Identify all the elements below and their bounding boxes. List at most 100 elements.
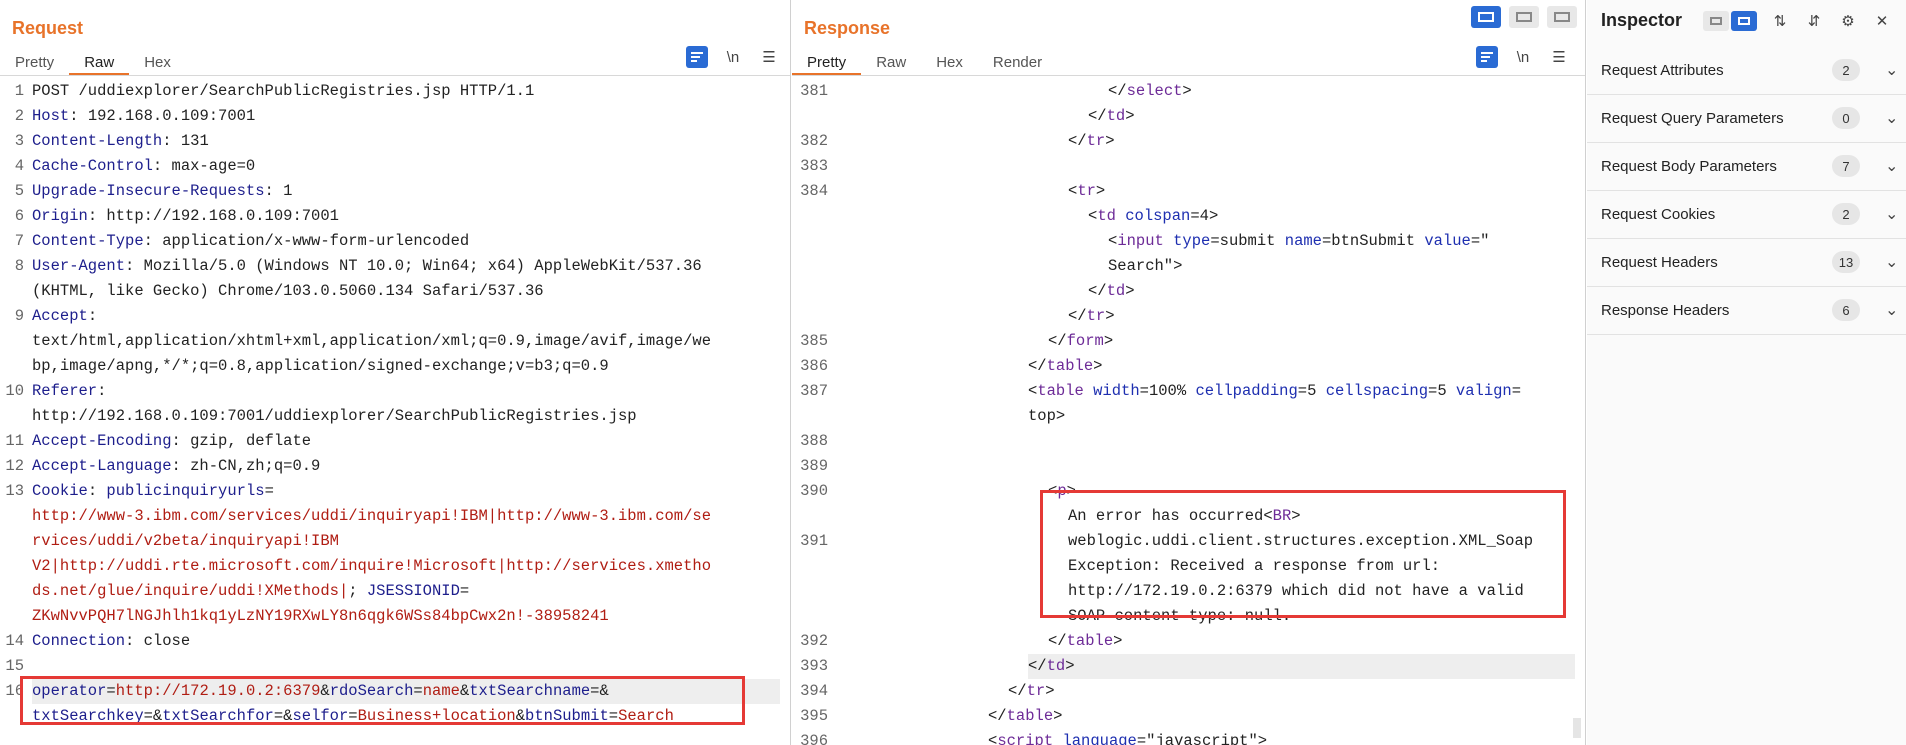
inspector-row-count-badge: 2 — [1832, 59, 1860, 81]
response-scrollbar[interactable] — [1573, 718, 1581, 738]
code-line: <tr> — [1068, 179, 1575, 204]
code-token: Content-Length — [32, 132, 163, 150]
collapse-all-icon[interactable]: ⇵ — [1803, 10, 1825, 32]
code-line: Upgrade-Insecure-Requests: 1 — [32, 179, 780, 204]
inspector-row-count-badge: 7 — [1832, 155, 1860, 177]
code-token: Cookie — [32, 482, 88, 500]
code-token: Accept-Language — [32, 457, 172, 475]
expand-all-icon[interactable]: ⇅ — [1769, 10, 1791, 32]
code-token: > — [1105, 132, 1115, 150]
newline-icon[interactable]: \n — [722, 46, 744, 68]
close-icon[interactable]: ✕ — [1871, 10, 1893, 32]
code-token: < — [1088, 207, 1098, 225]
code-line: bp,image/apng,*/*;q=0.8,application/sign… — [32, 354, 780, 379]
request-tab-raw[interactable]: Raw — [69, 50, 130, 76]
inspector-pane: Inspector ⇅ ⇵ ⚙ ✕ Request Attributes 2 ⌄ Re… — [1587, 0, 1906, 745]
response-tab-hex[interactable]: Hex — [921, 50, 978, 76]
split-vertical-icon[interactable] — [1471, 6, 1501, 28]
code-line: </table> — [988, 704, 1575, 729]
inspector-layout-list-icon[interactable] — [1703, 11, 1729, 31]
code-line: text/html,application/xhtml+xml,applicat… — [32, 329, 780, 354]
response-tab-render[interactable]: Render — [978, 50, 1057, 76]
code-token: rvices/uddi/v2beta/inquiryapi!IBM — [32, 532, 339, 550]
line-number: 383 — [800, 157, 828, 175]
code-token: JSESSIONID — [366, 582, 460, 600]
inspector-row[interactable]: Request Headers 13 ⌄ — [1587, 238, 1906, 287]
code-token: </ — [1008, 682, 1027, 700]
inspector-row[interactable]: Request Body Parameters 7 ⌄ — [1587, 142, 1906, 191]
inspector-layout-panel-icon[interactable] — [1731, 11, 1757, 31]
code-token: > — [1095, 182, 1106, 200]
code-line: </td> — [1088, 104, 1575, 129]
inspector-row[interactable]: Request Query Parameters 0 ⌄ — [1587, 94, 1906, 143]
code-token: > — [1053, 707, 1063, 725]
code-token: width — [1093, 382, 1140, 400]
newline-icon[interactable]: \n — [1512, 46, 1534, 68]
request-tab-hex[interactable]: Hex — [129, 50, 186, 76]
code-token: valign — [1455, 382, 1512, 400]
code-token: table — [1066, 632, 1114, 650]
code-line: POST /uddiexplorer/SearchPublicRegistrie… — [32, 79, 780, 104]
response-title: Response — [804, 18, 891, 38]
chevron-down-icon[interactable]: ⌄ — [1885, 60, 1898, 80]
line-number: 384 — [800, 182, 828, 200]
request-tab-pretty[interactable]: Pretty — [0, 50, 69, 76]
line-number: 4 — [14, 157, 24, 175]
code-token: tr — [1077, 182, 1096, 200]
chevron-down-icon[interactable]: ⌄ — [1885, 252, 1898, 272]
code-token: POST /uddiexplorer/SearchPublicRegistrie… — [32, 82, 535, 100]
inspector-row[interactable]: Response Headers 6 ⌄ — [1587, 286, 1906, 335]
inspector-row-label: Request Attributes — [1601, 61, 1724, 79]
code-token: http://www-3.ibm.com/services/uddi/inqui… — [32, 507, 712, 525]
code-line: <table width=100% cellpadding=5 cellspac… — [1028, 379, 1575, 404]
chevron-down-icon[interactable]: ⌄ — [1885, 156, 1898, 176]
single-view-icon[interactable] — [1547, 6, 1577, 28]
code-token: name — [1284, 232, 1322, 250]
inspector-row[interactable]: Request Cookies 2 ⌄ — [1587, 190, 1906, 239]
code-line: </td> — [1088, 279, 1575, 304]
request-tabs: Pretty Raw Hex — [0, 50, 186, 76]
code-token: language — [1062, 732, 1137, 745]
request-editor[interactable]: 1 POST /uddiexplorer/SearchPublicRegistri… — [0, 79, 790, 745]
code-token: publicinquiryurls — [106, 482, 265, 500]
inspector-row-label: Request Cookies — [1601, 205, 1716, 223]
split-horizontal-icon[interactable] — [1509, 6, 1539, 28]
inspector-row[interactable]: Request Attributes 2 ⌄ — [1587, 46, 1906, 95]
request-title: Request — [12, 18, 84, 38]
code-token: ; — [348, 582, 367, 600]
chevron-down-icon[interactable]: ⌄ — [1885, 204, 1898, 224]
code-token: > — [1113, 632, 1123, 650]
code-token: =5 — [1428, 382, 1456, 400]
inspector-row-count-badge: 0 — [1832, 107, 1860, 129]
message-format-icon[interactable] — [686, 46, 708, 68]
settings-gear-icon[interactable]: ⚙ — [1837, 10, 1859, 32]
response-tab-pretty[interactable]: Pretty — [792, 50, 862, 76]
message-format-icon[interactable] — [1476, 46, 1498, 68]
code-token: ZKwNvvPQH7lNGJhlh1kq1yLzNY19RXwLY8n6qgk6… — [32, 607, 609, 625]
code-token: tr — [1086, 132, 1106, 150]
menu-icon[interactable]: ☰ — [1548, 46, 1570, 68]
code-token: tr — [1026, 682, 1046, 700]
code-line: Search"> — [1108, 254, 1575, 279]
code-line: Accept-Language: zh-CN,zh;q=0.9 — [32, 454, 780, 479]
chevron-down-icon[interactable]: ⌄ — [1885, 300, 1898, 320]
code-line: Host: 192.168.0.109:7001 — [32, 104, 780, 129]
line-number: 9 — [14, 307, 24, 325]
code-token: : — [87, 307, 98, 325]
chevron-down-icon[interactable]: ⌄ — [1885, 108, 1898, 128]
line-number: 8 — [14, 257, 24, 275]
line-number: 391 — [800, 532, 828, 550]
code-line: (KHTML, like Gecko) Chrome/103.0.5060.13… — [32, 279, 780, 304]
code-token: td — [1097, 207, 1126, 225]
response-tab-raw[interactable]: Raw — [861, 50, 921, 76]
line-number: 2 — [14, 107, 24, 125]
code-token: < — [1068, 182, 1078, 200]
code-token: Search"> — [1108, 257, 1183, 275]
code-token: > — [1125, 282, 1135, 300]
code-token: =5 — [1297, 382, 1326, 400]
code-token: ="javascript"> — [1136, 732, 1268, 745]
response-editor[interactable]: 381 </select> </td> 382 </tr> 383 384 <tr> <td c… — [792, 79, 1585, 745]
menu-icon[interactable]: ☰ — [758, 46, 780, 68]
line-number: 7 — [14, 232, 24, 250]
